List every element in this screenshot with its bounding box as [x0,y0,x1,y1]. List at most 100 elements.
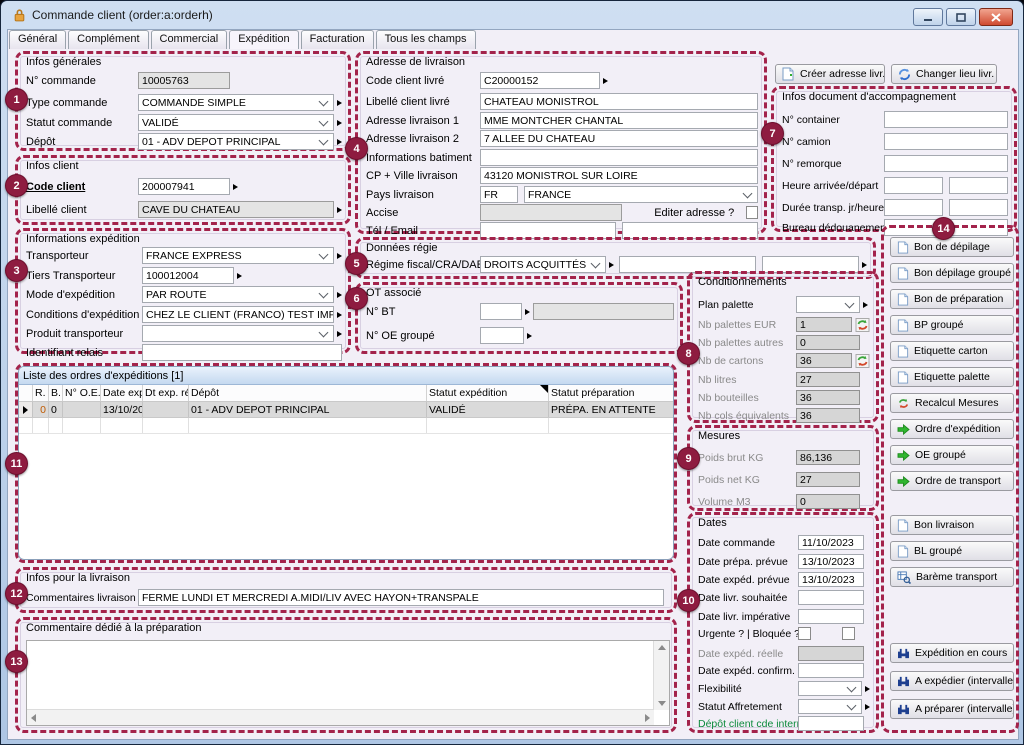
etiquette-carton-button[interactable]: Etiquette carton [890,341,1014,361]
lookup-arrow-icon[interactable] [865,686,870,692]
lookup-arrow-icon[interactable] [603,78,608,84]
commentaire-preparation-textarea[interactable] [26,640,670,726]
oe-table-header[interactable]: R. B. N° O.E.G. Date exp. p Dt exp. réel… [19,385,673,402]
cell-statut-prep[interactable]: PRÉPA. EN ATTENTE [549,402,673,417]
heure-arrivee-field[interactable] [884,177,943,194]
bl-groupe-button[interactable]: BL groupé [890,541,1014,561]
create-address-button[interactable]: Créer adresse livr. [775,64,885,84]
duree-heures-field[interactable] [949,199,1008,216]
lookup-arrow-icon[interactable] [527,333,532,339]
bloquee-checkbox[interactable] [842,627,855,640]
col-date-prev[interactable]: Date exp. p [101,385,143,401]
num-container-field[interactable] [884,111,1008,128]
empty-table-row[interactable] [19,418,673,434]
cell-r[interactable]: 0 [33,402,49,417]
refresh-icon[interactable] [855,318,870,332]
date-livr-souhaitee-field[interactable] [798,590,864,605]
bon-depilage-button[interactable]: Bon de dépilage [890,237,1014,257]
table-row[interactable]: 0 0 13/10/2023 01 - ADV DEPOT PRINCIPAL … [19,402,673,418]
adresse-livraison-2-field[interactable]: 7 ALLEE DU CHATEAU [480,130,758,147]
num-remorque-field[interactable] [884,155,1008,172]
tab-complement[interactable]: Complément [68,30,148,49]
horizontal-scrollbar[interactable] [27,709,654,725]
lookup-arrow-icon[interactable] [337,100,342,106]
oe-groupe-button[interactable]: OE groupé [890,445,1014,465]
scroll-right-icon[interactable] [645,714,650,722]
lookup-arrow-icon[interactable] [609,262,614,268]
commentaires-livraison-field[interactable]: FERME LUNDI ET MERCREDI A.MIDI/LIV AVEC … [138,589,664,606]
bon-preparation-button[interactable]: Bon de préparation [890,289,1014,309]
tab-facturation[interactable]: Facturation [301,30,374,49]
scroll-left-icon[interactable] [31,714,36,722]
lookup-arrow-icon[interactable] [233,184,238,190]
plan-palette-combo[interactable] [796,296,860,313]
col-depot[interactable]: Dépôt [189,385,427,401]
tab-expedition[interactable]: Expédition [229,30,298,49]
date-prepa-prevue-field[interactable]: 13/10/2023 [798,554,864,569]
cell-oeg[interactable] [63,402,101,417]
num-bt-field[interactable] [480,303,522,320]
lookup-arrow-icon[interactable] [237,273,242,279]
cell-depot[interactable]: 01 - ADV DEPOT PRINCIPAL [189,402,427,417]
pays-code-field[interactable]: FR [480,186,518,203]
conditions-expedition-combo[interactable]: CHEZ LE CLIENT (FRANCO) TEST IMP-FIN [142,306,334,323]
statut-affretement-combo[interactable] [798,699,862,714]
minimize-button[interactable] [913,8,943,26]
change-location-button[interactable]: Changer lieu livr. [891,64,997,84]
bareme-transport-button[interactable]: Barème transport [890,567,1014,587]
vertical-scrollbar[interactable] [653,641,669,710]
recalcul-mesures-button[interactable]: Recalcul Mesures [890,393,1014,413]
oe-list-table[interactable]: Liste des ordres d'expéditions [1] R. B.… [18,366,674,560]
bon-livraison-button[interactable]: Bon livraison [890,515,1014,535]
date-exped-prevue-field[interactable]: 13/10/2023 [798,572,864,587]
statut-commande-combo[interactable]: VALIDÉ [138,114,334,131]
mode-expedition-combo[interactable]: PAR ROUTE [142,286,334,303]
lookup-arrow-icon[interactable] [337,120,342,126]
regime-fiscal-combo[interactable]: DROITS ACQUITTÉS [480,256,606,273]
cell-date-reel[interactable] [143,402,189,417]
adresse-livraison-1-field[interactable]: MME MONTCHER CHANTAL [480,112,758,129]
depot-combo[interactable]: 01 - ADV DEPOT PRINCIPAL [138,133,334,150]
libelle-client-livre-field[interactable]: CHATEAU MONISTROL [480,93,758,110]
col-statut-exp[interactable]: Statut expédition [427,385,549,401]
lookup-arrow-icon[interactable] [337,207,342,213]
lookup-arrow-icon[interactable] [862,262,867,268]
cell-b[interactable]: 0 [49,402,63,417]
tab-commercial[interactable]: Commercial [151,30,228,49]
lookup-arrow-icon[interactable] [337,331,342,337]
a-preparer-button[interactable]: A préparer (intervalle) [890,699,1014,719]
lookup-arrow-icon[interactable] [337,139,342,145]
informations-batiment-field[interactable] [480,149,758,166]
expedition-en-cours-button[interactable]: Expédition en cours [890,643,1014,663]
lookup-arrow-icon[interactable] [863,302,868,308]
ordre-transport-button[interactable]: Ordre de transport [890,471,1014,491]
identifiant-relais-field[interactable] [142,344,342,361]
code-client-field[interactable]: 200007941 [138,178,230,195]
code-client-livre-field[interactable]: C20000152 [480,72,600,89]
col-date-reel[interactable]: Dt exp. réel. [143,385,189,401]
bp-groupe-button[interactable]: BP groupé [890,315,1014,335]
ordre-expedition-button[interactable]: Ordre d'expédition [890,419,1014,439]
date-exped-confirm-field[interactable] [798,663,864,678]
date-livr-imperative-field[interactable] [798,609,864,624]
transporteur-combo[interactable]: FRANCE EXPRESS [142,247,334,264]
lookup-arrow-icon[interactable] [865,704,870,710]
editer-adresse-checkbox[interactable] [746,206,758,219]
maximize-button[interactable] [946,8,976,26]
tab-general[interactable]: Général [9,30,66,49]
type-commande-combo[interactable]: COMMANDE SIMPLE [138,94,334,111]
pays-livraison-combo[interactable]: FRANCE [524,186,758,203]
scroll-down-icon[interactable] [658,701,666,706]
refresh-icon[interactable] [855,354,870,368]
col-r[interactable]: R. [33,385,49,401]
flexibilite-combo[interactable] [798,681,862,696]
col-oeg[interactable]: N° O.E.G. [63,385,101,401]
urgente-checkbox[interactable] [798,627,811,640]
scroll-up-icon[interactable] [658,645,666,650]
tab-tous-les-champs[interactable]: Tous les champs [376,30,476,49]
cp-ville-livraison-field[interactable]: 43120 MONISTROL SUR LOIRE [480,167,758,184]
lookup-arrow-icon[interactable] [525,309,530,315]
a-expedier-button[interactable]: A expédier (intervalle) [890,671,1014,691]
num-camion-field[interactable] [884,133,1008,150]
bon-depilage-groupe-button[interactable]: Bon dépilage groupé [890,263,1014,283]
